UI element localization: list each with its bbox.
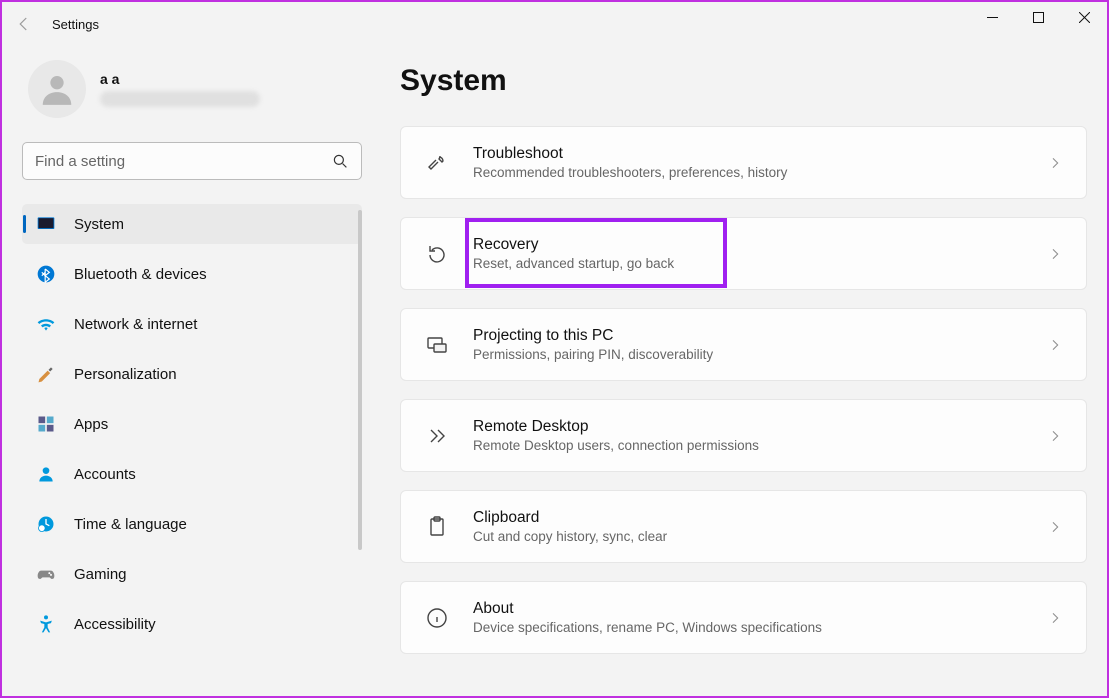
card-title: Troubleshoot (473, 145, 1024, 163)
chevron-right-icon (1046, 427, 1064, 445)
sidebar-item-label: Accessibility (74, 616, 156, 633)
search-input[interactable] (35, 153, 331, 170)
clipboard-icon (423, 513, 451, 541)
projecting-icon (423, 331, 451, 359)
chevron-right-icon (1046, 609, 1064, 627)
card-title: About (473, 600, 1024, 618)
card-remote-desktop[interactable]: Remote Desktop Remote Desktop users, con… (400, 399, 1087, 472)
user-email-redacted (100, 91, 260, 107)
card-title: Projecting to this PC (473, 327, 1024, 345)
maximize-button[interactable] (1015, 2, 1061, 32)
sidebar-item-apps[interactable]: Apps (22, 404, 362, 444)
card-subtitle: Reset, advanced startup, go back (473, 256, 1024, 271)
time-icon (36, 514, 56, 534)
page-title: System (400, 64, 1087, 98)
sidebar-item-label: Time & language (74, 516, 187, 533)
brush-icon (36, 364, 56, 384)
sidebar-item-system[interactable]: System (22, 204, 362, 244)
back-button[interactable] (14, 14, 34, 34)
sidebar-item-label: Bluetooth & devices (74, 266, 207, 283)
apps-icon (36, 414, 56, 434)
chevron-right-icon (1046, 518, 1064, 536)
sidebar-item-label: Gaming (74, 566, 127, 583)
accounts-icon (36, 464, 56, 484)
card-title: Recovery (473, 236, 1024, 254)
sidebar-item-time[interactable]: Time & language (22, 504, 362, 544)
chevron-right-icon (1046, 336, 1064, 354)
main-panel: System Troubleshoot Recommended troubles… (370, 46, 1107, 696)
card-subtitle: Cut and copy history, sync, clear (473, 529, 1024, 544)
user-profile[interactable]: a a (22, 56, 370, 142)
user-name: a a (100, 71, 260, 87)
card-recovery[interactable]: Recovery Reset, advanced startup, go bac… (400, 217, 1087, 290)
minimize-button[interactable] (969, 2, 1015, 32)
wifi-icon (36, 314, 56, 334)
card-about[interactable]: About Device specifications, rename PC, … (400, 581, 1087, 654)
sidebar-item-personalization[interactable]: Personalization (22, 354, 362, 394)
sidebar-item-label: Accounts (74, 466, 136, 483)
accessibility-icon (36, 614, 56, 634)
search-icon (331, 152, 349, 170)
sidebar: a a System Bluetooth & devices (2, 46, 370, 696)
card-title: Remote Desktop (473, 418, 1024, 436)
sidebar-item-label: Personalization (74, 366, 177, 383)
chevron-right-icon (1046, 154, 1064, 172)
sidebar-nav: System Bluetooth & devices Network & int… (22, 204, 370, 654)
system-icon (36, 214, 56, 234)
sidebar-item-bluetooth[interactable]: Bluetooth & devices (22, 254, 362, 294)
card-subtitle: Permissions, pairing PIN, discoverabilit… (473, 347, 1024, 362)
close-button[interactable] (1061, 2, 1107, 32)
recovery-icon (423, 240, 451, 268)
about-icon (423, 604, 451, 632)
sidebar-item-gaming[interactable]: Gaming (22, 554, 362, 594)
card-projecting[interactable]: Projecting to this PC Permissions, pairi… (400, 308, 1087, 381)
avatar (28, 60, 86, 118)
sidebar-item-label: System (74, 216, 124, 233)
card-subtitle: Remote Desktop users, connection permiss… (473, 438, 1024, 453)
bluetooth-icon (36, 264, 56, 284)
sidebar-item-label: Apps (74, 416, 108, 433)
app-title: Settings (52, 17, 99, 32)
sidebar-item-accounts[interactable]: Accounts (22, 454, 362, 494)
chevron-right-icon (1046, 245, 1064, 263)
card-title: Clipboard (473, 509, 1024, 527)
gaming-icon (36, 564, 56, 584)
sidebar-item-network[interactable]: Network & internet (22, 304, 362, 344)
search-box[interactable] (22, 142, 362, 180)
card-clipboard[interactable]: Clipboard Cut and copy history, sync, cl… (400, 490, 1087, 563)
sidebar-item-accessibility[interactable]: Accessibility (22, 604, 362, 644)
card-subtitle: Device specifications, rename PC, Window… (473, 620, 1024, 635)
troubleshoot-icon (423, 149, 451, 177)
card-subtitle: Recommended troubleshooters, preferences… (473, 165, 1024, 180)
titlebar: Settings (2, 2, 1107, 46)
sidebar-item-label: Network & internet (74, 316, 197, 333)
card-troubleshoot[interactable]: Troubleshoot Recommended troubleshooters… (400, 126, 1087, 199)
remote-desktop-icon (423, 422, 451, 450)
